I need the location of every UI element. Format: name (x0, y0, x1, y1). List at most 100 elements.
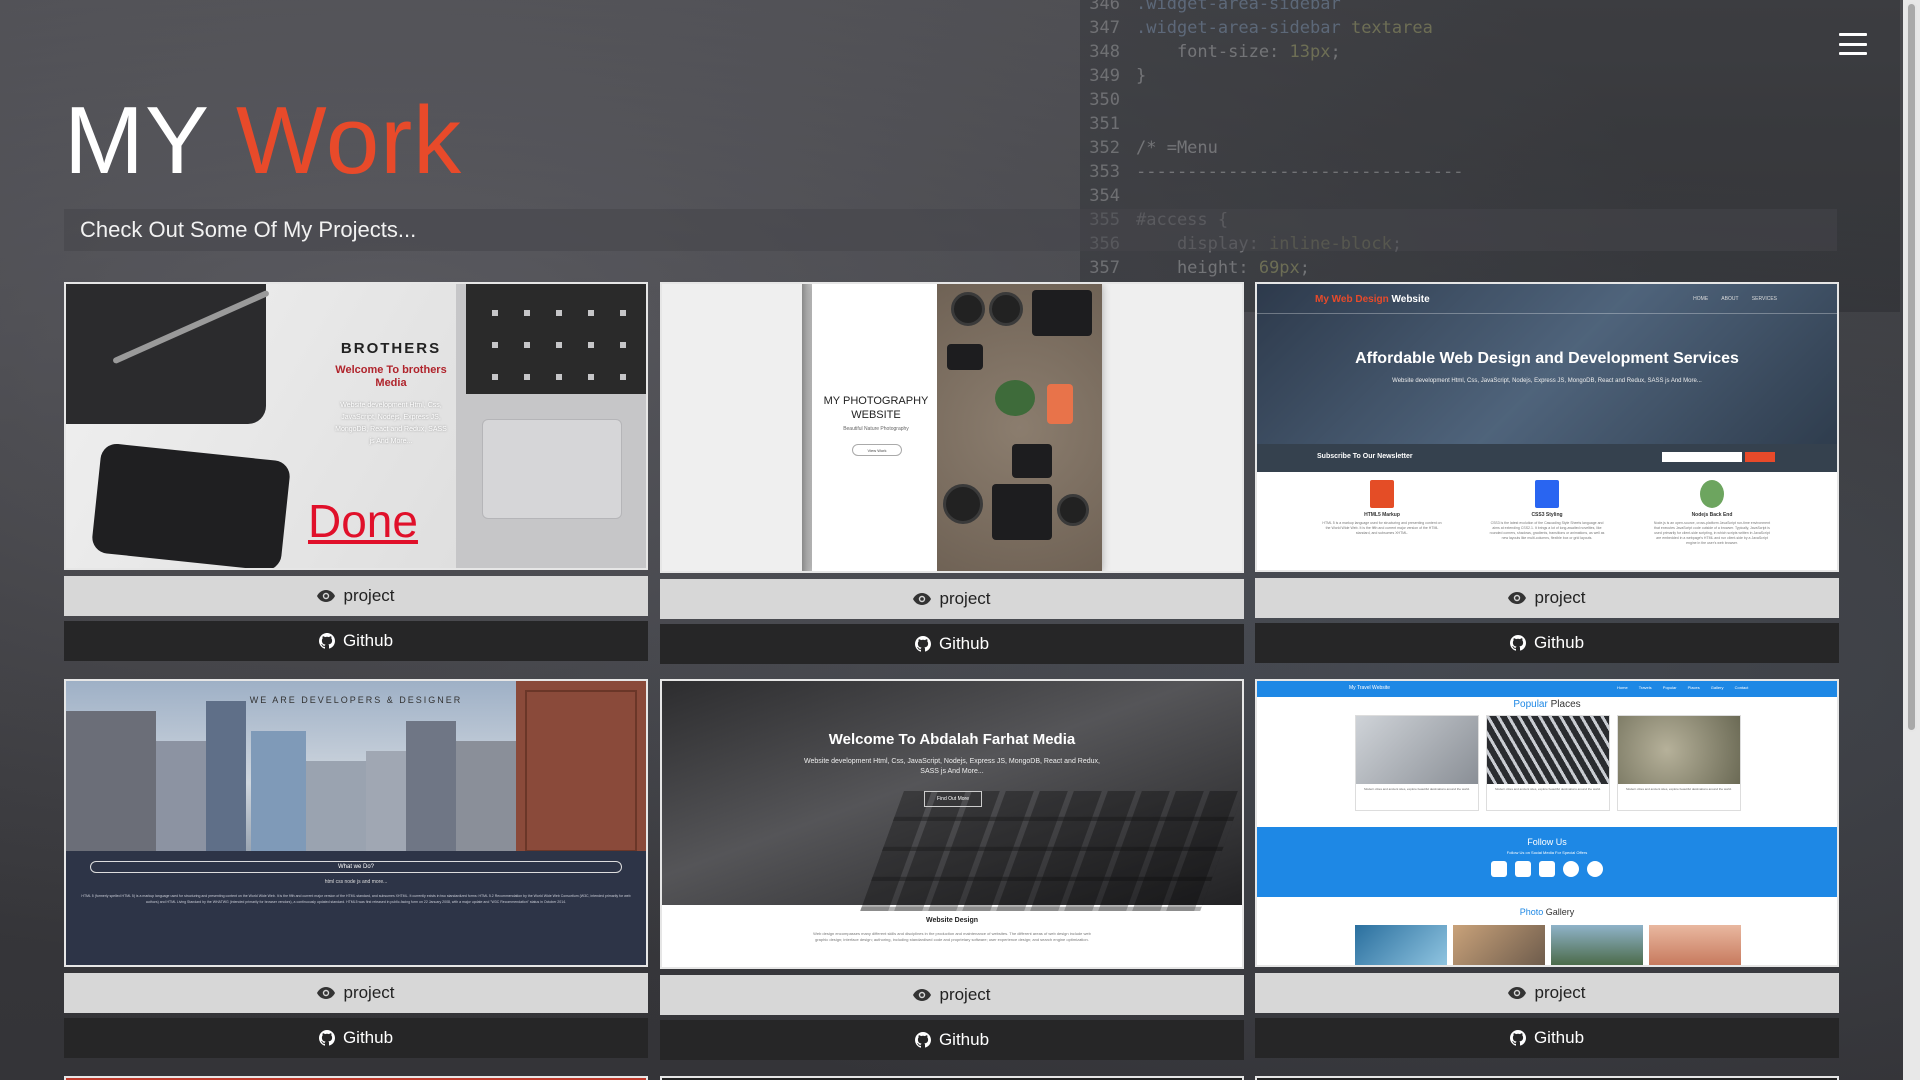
gallery-image (1453, 925, 1545, 965)
linkedin-icon (1539, 861, 1555, 877)
phone-image (90, 442, 292, 568)
project-button-label: project (343, 586, 395, 605)
project-thumbnail[interactable]: My Web Design Website HOME ABOUT SERVICE… (1255, 282, 1839, 572)
background-code-image: 346 .widget-area-sidebar 347 .widget-area-… (1080, 0, 1900, 312)
project-thumbnail[interactable]: My Travel Website Home Travels Popular P… (1255, 679, 1839, 967)
preview-subtitle: Beautiful Nature Photography (843, 426, 909, 432)
github-icon (318, 1030, 335, 1046)
preview-headline-sub: Website development Html, Css, JavaScrip… (1392, 378, 1702, 384)
preview-button: View Work (852, 444, 902, 456)
preview-headline: Welcome To Abdalah Farhat Media (828, 731, 1076, 748)
project-card: Welcome To Abdalah Farhat Media Website … (660, 679, 1244, 1060)
github-icon (1509, 635, 1526, 651)
project-card: BROTHERS Welcome To brothers Media Websi… (64, 282, 648, 661)
scrollbar-thumb[interactable] (1906, 2, 1917, 732)
github-button[interactable]: Github (660, 1020, 1244, 1060)
page-subtitle: Check Out Some Of My Projects... (80, 217, 417, 242)
github-button-label: Github (1533, 633, 1585, 652)
css3-icon (1535, 480, 1559, 508)
preview-lower: What we Do? html css node js and more...… (66, 851, 646, 965)
github-button[interactable]: Github (64, 621, 648, 661)
preview-feature: HTML5 Markup HTML 5 is a markup language… (1322, 480, 1442, 536)
project-button[interactable]: project (1255, 578, 1839, 618)
github-icon (914, 1032, 931, 1048)
github-button-label: Github (342, 1028, 394, 1047)
project-card: WE ARE DEVELOPERS & DESIGNER What we Do?… (64, 679, 648, 1058)
project-button-label: project (939, 985, 991, 1004)
preview-section-text: Web design encompasses many different sk… (813, 931, 1091, 942)
camera-gear-photo (937, 284, 1102, 571)
project-card: My Travel Website Home Travels Popular P… (1255, 679, 1839, 1058)
html5-icon (1370, 480, 1394, 508)
google-plus-icon (1563, 861, 1579, 877)
eye-icon (913, 593, 932, 605)
city-skyline-image (66, 681, 646, 851)
project-thumbnail[interactable]: BROTHERS Welcome To brothers Media Websi… (64, 282, 648, 570)
eye-icon (1508, 592, 1527, 604)
twitter-icon (1515, 861, 1531, 877)
preview-follow: Follow Us Follow Us on Social Media For … (1257, 827, 1837, 897)
eye-icon (317, 590, 336, 602)
github-button[interactable]: Github (660, 624, 1244, 664)
preview-logo: My Web Design Website (1315, 294, 1430, 305)
project-thumbnail[interactable] (1255, 1076, 1839, 1080)
page-scrollbar[interactable] (1903, 0, 1920, 1080)
gallery-image (1355, 925, 1447, 965)
page-title: MY Work (64, 86, 462, 196)
preview-description: Website development Html, Css, JavaScrip… (335, 402, 447, 445)
laptop-image (456, 284, 646, 568)
project-button[interactable]: project (660, 579, 1244, 619)
preview-newsletter: Subscribe To Our Newsletter (1257, 444, 1837, 472)
github-button[interactable]: Github (64, 1018, 648, 1058)
preview-place-card: Modern cities and ancient sites, explore… (1617, 715, 1741, 811)
preview-place-card: Modern cities and ancient sites, explore… (1355, 715, 1479, 811)
preview-feature: Nodejs Back End Node.js is an open-sourc… (1652, 480, 1772, 546)
preview-section-title: Popular Places (1513, 699, 1581, 710)
github-button[interactable]: Github (1255, 1018, 1839, 1058)
trackpad-image (482, 419, 622, 519)
preview-place-card: Modern cities and ancient sites, explore… (1486, 715, 1610, 811)
pinterest-icon (1587, 861, 1603, 877)
project-button-label: project (939, 589, 991, 608)
preview-title: MY PHOTOGRAPHY WEBSITE (823, 395, 929, 421)
github-button-label: Github (938, 634, 990, 653)
github-button-label: Github (342, 631, 394, 650)
github-icon (318, 633, 335, 649)
preview-welcome: Welcome To brothers Media (335, 364, 447, 389)
preview-gallery-title: Photo Gallery (1519, 907, 1575, 917)
facebook-icon (1491, 861, 1507, 877)
github-icon (1509, 1030, 1526, 1046)
page-subtitle-bar: Check Out Some Of My Projects... (64, 209, 1837, 251)
project-button[interactable]: project (1255, 973, 1839, 1013)
project-thumbnail[interactable]: WE ARE DEVELOPERS & DESIGNER What we Do?… (64, 679, 648, 967)
gallery-image (1649, 925, 1741, 965)
preview-button: Find Out More (924, 791, 982, 807)
project-button-label: project (1534, 983, 1586, 1002)
nodejs-icon (1700, 480, 1724, 508)
project-thumbnail[interactable] (64, 1076, 648, 1080)
preview-status: Done (308, 495, 418, 547)
preview-headline-sub: Website development Html, Css, JavaScrip… (804, 758, 1100, 775)
gallery-image (1551, 925, 1643, 965)
preview-feature: CSS3 Styling CSS3 is the latest evolutio… (1487, 480, 1607, 541)
page-title-main: MY (64, 87, 209, 194)
project-button[interactable]: project (64, 973, 648, 1013)
hamburger-menu-icon[interactable] (1839, 33, 1867, 55)
project-button[interactable]: project (64, 576, 648, 616)
preview-headline: Affordable Web Design and Development Se… (1355, 350, 1739, 367)
preview-nav-links: HOME ABOUT SERVICES (1693, 296, 1777, 302)
project-thumbnail[interactable]: Welcome To Abdalah Farhat Media Website … (660, 679, 1244, 969)
project-button-label: project (343, 983, 395, 1002)
project-thumbnail[interactable]: MY PHOTOGRAPHY WEBSITE Beautiful Nature … (660, 282, 1244, 573)
project-button[interactable]: project (660, 975, 1244, 1015)
github-button[interactable]: Github (1255, 623, 1839, 663)
project-thumbnail[interactable] (660, 1076, 1244, 1080)
eye-icon (317, 987, 336, 999)
preview-tagline: WE ARE DEVELOPERS & DESIGNER (249, 695, 463, 705)
preview-section-title: Website Design (926, 917, 978, 924)
github-button-label: Github (1533, 1028, 1585, 1047)
preview-nav-bar: My Travel Website Home Travels Popular P… (1257, 681, 1837, 697)
github-icon (914, 636, 931, 652)
keyboard-image (466, 284, 646, 394)
project-button-label: project (1534, 588, 1586, 607)
